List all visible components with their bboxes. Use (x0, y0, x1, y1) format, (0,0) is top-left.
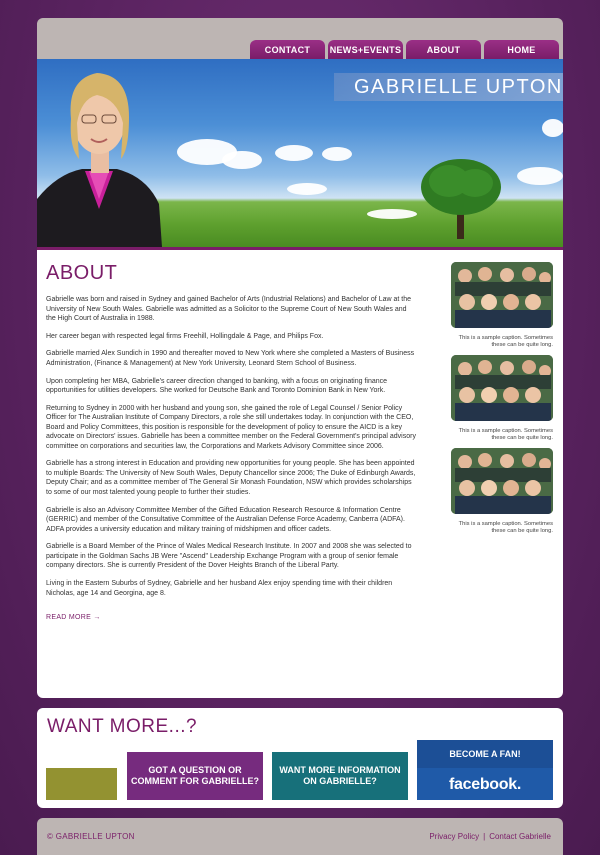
site-title: GABRIELLE UPTON (354, 75, 563, 98)
group-photo-image[interactable] (451, 355, 553, 421)
become-fan-label: BECOME A FAN! (417, 740, 553, 768)
ask-question-button[interactable]: GOT A QUESTION OR COMMENT FOR GABRIELLE? (127, 752, 263, 800)
photo-caption: This is a sample caption. Sometimes thes… (458, 521, 553, 534)
read-more-link[interactable]: READ MORE → (46, 614, 101, 621)
photo-caption: This is a sample caption. Sometimes thes… (458, 335, 553, 348)
about-paragraph: Her career began with respected legal fi… (46, 332, 324, 340)
contact-link[interactable]: Contact Gabrielle (489, 832, 551, 841)
cloud-shape (367, 209, 417, 219)
hero-banner: GABRIELLE UPTON (37, 59, 563, 247)
more-info-button[interactable]: WANT MORE INFORMATION ON GABRIELLE? (272, 752, 408, 800)
want-more-panel: WANT MORE...? GOT A QUESTION OR COMMENT … (37, 708, 563, 808)
nav-about[interactable]: ABOUT (406, 40, 481, 59)
cloud-shape (275, 145, 313, 161)
about-paragraph: Returning to Sydney in 2000 with her hus… (46, 404, 416, 450)
cloud-shape (517, 167, 563, 185)
footer: © GABRIELLE UPTON Privacy Policy | Conta… (37, 818, 563, 855)
footer-links: Privacy Policy | Contact Gabrielle (429, 832, 551, 841)
nav-contact[interactable]: CONTACT (250, 40, 325, 59)
nav-home[interactable]: HOME (484, 40, 559, 59)
copyright-text: © GABRIELLE UPTON (47, 832, 135, 841)
title-band: GABRIELLE UPTON (334, 73, 563, 101)
about-paragraph: Upon completing her MBA, Gabrielle's car… (46, 377, 388, 395)
photo-item: This is a sample caption. Sometimes thes… (451, 448, 553, 535)
want-more-title: WANT MORE...? (47, 716, 198, 737)
olive-block (46, 768, 117, 800)
nav-news-events[interactable]: NEWS+EVENTS (328, 40, 403, 59)
about-paragraph: Gabrielle married Alex Sundich in 1990 a… (46, 350, 415, 367)
group-photo-image[interactable] (451, 448, 553, 514)
sidebar-photos: This is a sample caption. Sometimes thes… (451, 262, 553, 541)
page-title: ABOUT (46, 262, 118, 284)
about-paragraph: Living in the Eastern Suburbs of Sydney,… (46, 580, 393, 597)
cloud-shape (542, 119, 563, 137)
portrait-image (37, 73, 162, 247)
about-paragraph: Gabrielle is a Board Member of the Princ… (46, 543, 412, 570)
link-separator: | (483, 832, 486, 841)
header-bar: CONTACT NEWS+EVENTS ABOUT HOME (37, 18, 563, 59)
cloud-shape (222, 151, 262, 169)
facebook-fan-button[interactable]: BECOME A FAN! facebook. (417, 740, 553, 800)
group-photo-image[interactable] (451, 262, 553, 328)
main-nav: CONTACT NEWS+EVENTS ABOUT HOME (250, 40, 559, 59)
main-column: ABOUT Gabrielle was born and raised in S… (46, 262, 416, 624)
about-paragraph: Gabrielle is also an Advisory Committee … (46, 506, 405, 533)
cloud-shape (287, 183, 327, 195)
about-paragraph: Gabrielle was born and raised in Sydney … (46, 296, 411, 322)
page-container: CONTACT NEWS+EVENTS ABOUT HOME GABRIELLE… (37, 18, 563, 698)
about-paragraph: Gabrielle has a strong interest in Educa… (46, 460, 416, 496)
photo-item: This is a sample caption. Sometimes thes… (451, 355, 553, 442)
photo-item: This is a sample caption. Sometimes thes… (451, 262, 553, 349)
content-panel: ABOUT Gabrielle was born and raised in S… (37, 247, 563, 698)
facebook-logo: facebook. (449, 775, 521, 793)
tree-image (421, 159, 501, 239)
privacy-policy-link[interactable]: Privacy Policy (429, 832, 479, 841)
cloud-shape (322, 147, 352, 161)
photo-caption: This is a sample caption. Sometimes thes… (458, 428, 553, 441)
